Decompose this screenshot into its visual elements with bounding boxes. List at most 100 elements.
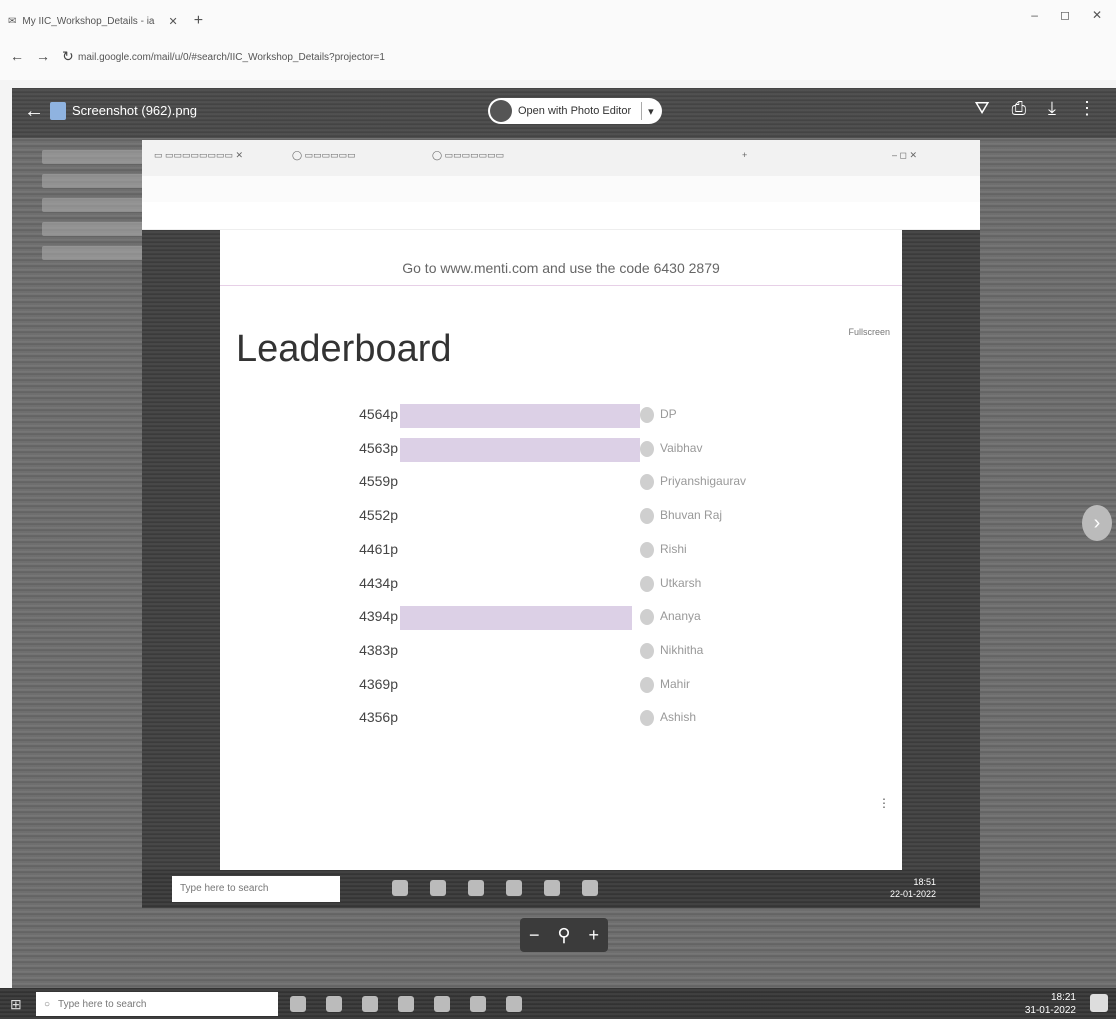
edge-icon: [430, 880, 446, 896]
zoom-out-icon[interactable]: −: [529, 925, 540, 946]
zoom-magnifier-icon: ⚲: [557, 924, 571, 945]
inner-dark-margin-right: [902, 230, 980, 870]
leaderboard-row: 4563p Vaibhav: [220, 432, 902, 466]
score-label: 4552p: [359, 507, 398, 524]
forward-icon[interactable]: →: [36, 48, 50, 65]
score-label: 4563p: [359, 439, 398, 456]
windows-start-icon[interactable]: ⊞: [10, 996, 22, 1013]
list-item: [42, 174, 152, 188]
avatar-icon: [640, 710, 654, 727]
inner-dark-margin-left: [142, 230, 220, 870]
back-icon[interactable]: ←: [10, 48, 24, 65]
score-bar: [400, 606, 632, 631]
open-with-label: Open with Photo Editor: [518, 105, 632, 117]
screenshot-image: ▭ ▭▭▭▭▭▭▭▭ ✕ ◯ ▭▭▭▭▭▭ ◯ ▭▭▭▭▭▭▭ + ‒ ◻ ✕ …: [142, 140, 980, 908]
window-controls: ‒ ◻ ✕: [1031, 8, 1102, 22]
maximize-icon[interactable]: ◻: [1060, 8, 1070, 22]
banner-divider: [220, 285, 902, 286]
outer-url-field[interactable]: mail.google.com/mail/u/0/#search/IIC_Wor…: [78, 52, 385, 63]
score-label: 4564p: [359, 406, 398, 422]
score-bar: [400, 437, 640, 462]
player-name: Nikhitha: [660, 642, 704, 657]
chevron-down-icon[interactable]: ▾: [648, 105, 654, 118]
score-label: 4383p: [359, 641, 398, 658]
score-label: 4559p: [359, 473, 398, 490]
taskview-icon[interactable]: [290, 996, 306, 1012]
download-icon[interactable]: ⤓: [1048, 98, 1056, 119]
inner-taskbar: Type here to search 18:51 22-01-2022: [142, 870, 980, 908]
list-item: [42, 198, 152, 212]
reload-icon[interactable]: ↻: [62, 48, 74, 65]
list-item: [42, 222, 152, 236]
files-icon[interactable]: [362, 996, 378, 1012]
avatar-icon: [640, 642, 654, 659]
image-file-icon: [50, 102, 66, 120]
inner-bookmarks-bar: [142, 202, 980, 230]
new-tab-button[interactable]: +: [194, 12, 203, 30]
app-icon[interactable]: [506, 996, 522, 1012]
leaderboard-row: 4356p Ashish: [220, 701, 902, 735]
drive-add-icon[interactable]: ⛛: [975, 98, 990, 119]
zoom-control: − ⚲ +: [520, 918, 608, 952]
list-item: [42, 150, 152, 164]
player-name: Ashish: [660, 710, 697, 725]
presentation-menu-icon: ⋮: [878, 796, 890, 810]
notification-icon[interactable]: [1090, 994, 1108, 1012]
taskbar-date: 31-01-2022: [1024, 1005, 1076, 1016]
gmail-icon: ✉: [8, 15, 17, 27]
inner-clock-date: 22-01-2022: [889, 889, 936, 899]
avatar-icon: [640, 575, 654, 592]
inner-window-controls: ‒ ◻ ✕: [892, 150, 918, 160]
score-label: 4461p: [359, 540, 398, 557]
taskbar-clock[interactable]: 18:21 31-01-2022: [1025, 991, 1076, 1017]
leaderboard-row: 4564p DP: [220, 398, 902, 432]
avatar-icon: [640, 541, 654, 558]
windows-taskbar: ⊞ ○ Type here to search 18:21 31-01-2022: [0, 988, 1116, 1019]
page-title: Leaderboard: [236, 328, 452, 370]
chrome-icon[interactable]: [470, 996, 486, 1012]
close-window-icon[interactable]: ✕: [1092, 8, 1102, 22]
player-name: Priyanshigaurav: [660, 474, 747, 489]
player-name: DP: [660, 407, 677, 421]
leaderboard-row: 4394p Ananya: [220, 600, 902, 634]
avatar-icon: [640, 474, 654, 491]
leaderboard-row: 4552p Bhuvan Raj: [220, 499, 902, 533]
fullscreen-button: Fullscreen: [848, 327, 890, 337]
files-icon: [468, 880, 484, 896]
open-with-button[interactable]: Open with Photo Editor ▾: [488, 98, 662, 124]
avatar-icon: [640, 508, 654, 525]
viewer-back-icon[interactable]: ←: [24, 100, 44, 123]
cortana-icon: ○: [44, 998, 51, 1010]
viewer-file-name: Screenshot (962).png: [72, 103, 198, 118]
score-label: 4394p: [359, 608, 398, 625]
player-name: Ananya: [660, 609, 701, 624]
score-label: 4356p: [359, 709, 398, 726]
score-bar: [400, 404, 640, 428]
taskview-icon: [392, 880, 408, 896]
taskbar-search-text: Type here to search: [58, 998, 147, 1010]
chevron-right-icon: ›: [1093, 511, 1101, 534]
edge-icon[interactable]: [326, 996, 342, 1012]
player-name: Utkarsh: [660, 575, 702, 590]
mail-icon[interactable]: [434, 996, 450, 1012]
player-name: Rishi: [660, 541, 687, 556]
player-name: Mahir: [660, 676, 691, 691]
join-banner: Go to www.menti.com and use the code 643…: [402, 260, 720, 276]
close-tab-icon[interactable]: ✕: [168, 15, 177, 28]
more-icon[interactable]: ⋮: [1078, 98, 1096, 119]
avatar-icon: [640, 609, 654, 626]
list-item: [42, 246, 152, 260]
print-icon[interactable]: ⎙: [1012, 98, 1026, 119]
store-icon[interactable]: [398, 996, 414, 1012]
outer-tab-title: My IIC_Workshop_Details - ia: [22, 15, 155, 27]
next-image-button[interactable]: ›: [1082, 505, 1112, 541]
chrome-icon: [582, 880, 598, 896]
taskbar-search[interactable]: ○ Type here to search: [36, 992, 278, 1016]
minimize-icon[interactable]: ‒: [1031, 8, 1038, 22]
player-name: Bhuvan Raj: [660, 508, 723, 523]
zoom-in-icon[interactable]: +: [589, 925, 600, 946]
outer-browser-tab[interactable]: ✉ My IIC_Workshop_Details - ia ✕ +: [8, 10, 203, 32]
mail-icon: [544, 880, 560, 896]
leaderboard-row: 4369p Mahir: [220, 668, 902, 702]
player-name: Vaibhav: [660, 440, 703, 455]
